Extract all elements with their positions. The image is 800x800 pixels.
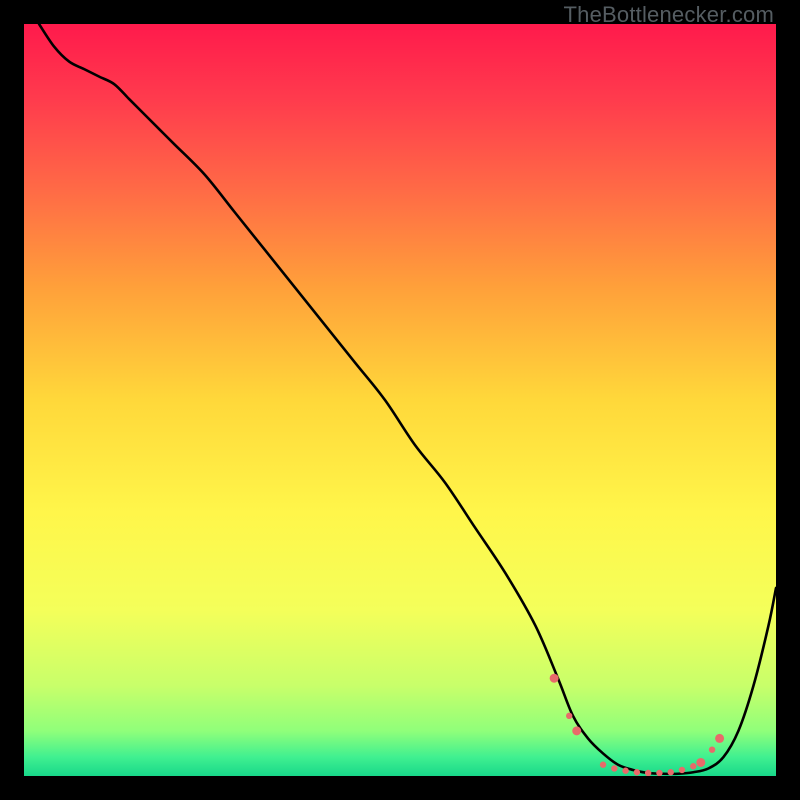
marker-dot xyxy=(572,726,581,735)
marker-dot xyxy=(715,734,724,743)
marker-dot xyxy=(622,768,628,774)
marker-dot xyxy=(611,765,617,771)
marker-dot xyxy=(690,763,696,769)
marker-dot xyxy=(656,770,662,776)
marker-dot xyxy=(645,770,651,776)
marker-dot xyxy=(668,769,674,775)
marker-dot xyxy=(696,758,705,767)
marker-dot xyxy=(634,769,640,775)
gradient-background xyxy=(24,24,776,776)
marker-dot xyxy=(679,767,685,773)
marker-dot xyxy=(600,762,606,768)
marker-dot xyxy=(550,674,559,683)
bottleneck-chart xyxy=(24,24,776,776)
marker-dot xyxy=(566,713,572,719)
marker-dot xyxy=(709,746,715,752)
chart-frame xyxy=(24,24,776,776)
